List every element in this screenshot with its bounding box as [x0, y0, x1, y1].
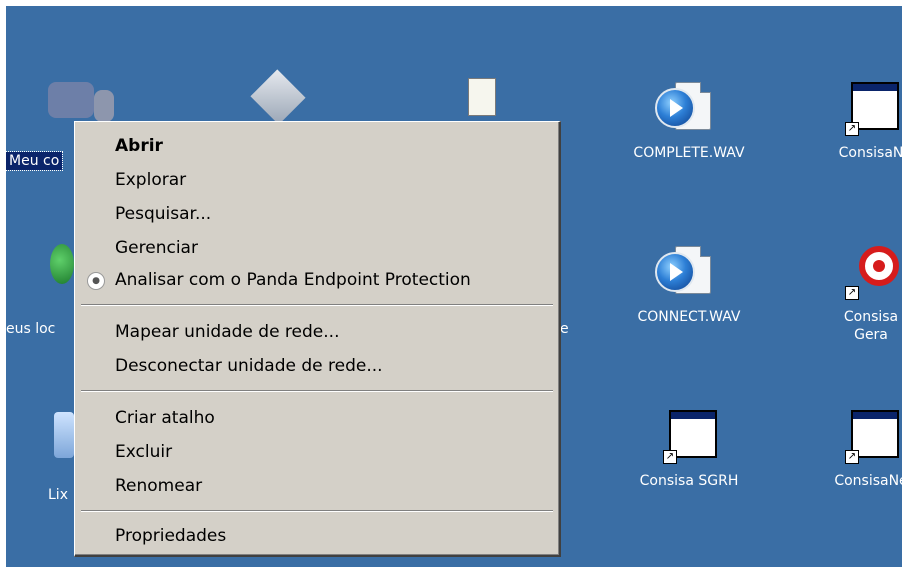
menu-item-explore[interactable]: Explorar	[115, 166, 186, 194]
desktop: Meu co eus loc Lix e COMPLETE.WAV CONNEC…	[6, 6, 902, 567]
menu-item-properties[interactable]: Propriedades	[115, 522, 226, 550]
menu-item-create-shortcut[interactable]: Criar atalho	[115, 404, 215, 432]
notepad-file-icon[interactable]	[468, 78, 496, 116]
window-shortcut-icon: ↗	[663, 410, 717, 464]
menu-separator	[81, 390, 553, 392]
my-computer-icon[interactable]	[44, 80, 114, 126]
recycle-bin-label[interactable]: Lix	[48, 486, 68, 504]
consisa-sgrh-shortcut[interactable]: ↗ Consisa SGRH	[614, 410, 764, 490]
menu-item-scan-panda[interactable]: Analisar com o Panda Endpoint Protection	[115, 266, 471, 294]
consisa-logo-icon: ↗	[845, 246, 899, 300]
menu-separator	[81, 510, 553, 512]
window-shortcut-icon: ↗	[845, 410, 899, 464]
consisa-gera-shortcut[interactable]: ↗ Consisa Gera	[796, 246, 902, 344]
menu-item-map-drive[interactable]: Mapear unidade de rede...	[115, 318, 339, 346]
menu-item-search[interactable]: Pesquisar...	[115, 200, 211, 228]
recycle-bin-icon[interactable]	[54, 412, 74, 458]
connect-wav-file[interactable]: CONNECT.WAV	[614, 246, 764, 326]
network-places-label[interactable]: eus loc	[6, 320, 55, 338]
virtualbox-icon[interactable]	[250, 69, 306, 125]
window-shortcut-icon: ↗	[845, 82, 899, 136]
consisa-ne-shortcut-top[interactable]: ↗ ConsisaN	[796, 82, 902, 162]
menu-item-disconnect-drive[interactable]: Desconectar unidade de rede...	[115, 352, 383, 380]
media-file-icon	[655, 82, 715, 136]
complete-wav-file[interactable]: COMPLETE.WAV	[614, 82, 764, 162]
menu-item-manage[interactable]: Gerenciar	[115, 234, 198, 262]
menu-separator	[81, 304, 553, 306]
media-file-icon	[655, 246, 715, 300]
context-menu: Abrir Explorar Pesquisar... Gerenciar ● …	[74, 121, 561, 557]
panda-icon: ●	[87, 272, 105, 290]
menu-item-delete[interactable]: Excluir	[115, 438, 172, 466]
menu-item-rename[interactable]: Renomear	[115, 472, 202, 500]
my-computer-label[interactable]: Meu co	[6, 151, 64, 171]
hidden-icon-label-fragment[interactable]: e	[560, 320, 569, 338]
menu-item-open[interactable]: Abrir	[115, 132, 163, 160]
network-places-icon[interactable]	[50, 244, 74, 284]
consisa-ne-shortcut-bottom[interactable]: ↗ ConsisaNe	[796, 410, 902, 490]
